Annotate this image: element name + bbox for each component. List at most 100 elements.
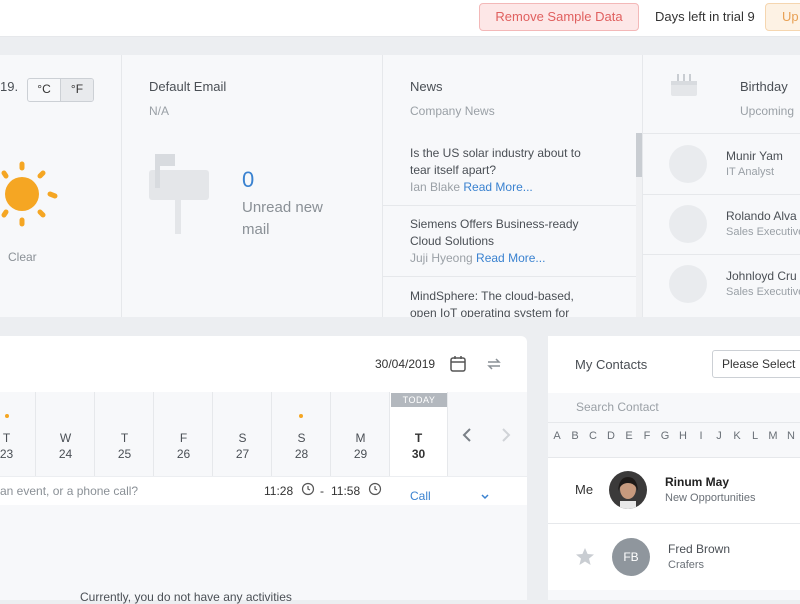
unread-mail-count[interactable]: 0 [242, 167, 254, 193]
birthday-person-role: Sales Executive [726, 286, 800, 298]
unread-mail-label-line1: Unread new [242, 199, 323, 216]
today-badge: TODAY [391, 393, 447, 407]
letter-filter[interactable]: F [638, 430, 656, 448]
contact-name[interactable]: Fred Brown [668, 542, 730, 556]
news-subtitle: Company News [410, 104, 495, 118]
calendar-day[interactable]: T 23 [0, 392, 36, 476]
activity-input[interactable]: an event, or a phone call? [0, 484, 138, 498]
divider [643, 194, 800, 195]
unread-mail-label-line2: mail [242, 221, 270, 238]
day-name: S [297, 431, 306, 445]
alphabet-filter: A B C D E F G H I J K L M N [548, 430, 800, 448]
news-item[interactable]: MindSphere: The cloud-based, open IoT op… [410, 288, 630, 317]
letter-filter[interactable]: I [692, 430, 710, 448]
avatar[interactable] [669, 205, 707, 243]
letter-filter[interactable]: M [764, 430, 782, 448]
upgrade-button[interactable]: Up [765, 3, 800, 31]
day-number: 25 [117, 447, 132, 461]
day-number: 29 [353, 447, 368, 461]
clock-icon[interactable] [368, 482, 382, 496]
read-more-link[interactable]: Read More... [476, 251, 545, 265]
celsius-option[interactable]: °C [28, 79, 60, 101]
letter-filter[interactable]: G [656, 430, 674, 448]
search-contact-input[interactable]: Search Contact [576, 400, 659, 414]
calendar-day[interactable]: S 27 [214, 392, 272, 476]
email-widget-title: Default Email [149, 79, 227, 94]
star-icon[interactable] [575, 547, 595, 567]
calendar-day[interactable]: T 25 [96, 392, 154, 476]
day-number: 27 [235, 447, 250, 461]
news-headline[interactable]: tear itself apart? [410, 162, 630, 179]
temperature-unit-toggle[interactable]: °C °F [27, 78, 94, 102]
contacts-filter-select[interactable]: Please Select [712, 350, 800, 378]
calendar-day[interactable]: F 26 [155, 392, 213, 476]
contact-name[interactable]: Rinum May [665, 475, 729, 489]
day-number: 30 [411, 447, 426, 461]
email-account: N/A [149, 104, 170, 118]
birthday-person-role: IT Analyst [726, 166, 775, 178]
letter-filter[interactable]: A [548, 430, 566, 448]
news-item[interactable]: Siemens Offers Business-ready Cloud Solu… [410, 216, 630, 267]
avatar[interactable] [609, 471, 647, 509]
letter-filter[interactable]: N [782, 430, 800, 448]
news-headline[interactable]: open IoT operating system for [410, 305, 630, 317]
divider [548, 422, 800, 423]
letter-filter[interactable]: E [620, 430, 638, 448]
day-number: 24 [58, 447, 73, 461]
calendar-icon[interactable] [449, 355, 467, 373]
day-name: T [2, 431, 11, 445]
divider [383, 205, 641, 206]
avatar-initials[interactable]: FB [612, 538, 650, 576]
news-item-clip: MindSphere: The cloud-based, open IoT op… [383, 277, 642, 317]
divider [642, 55, 643, 317]
avatar[interactable] [669, 145, 707, 183]
chevron-right-icon[interactable] [500, 427, 512, 443]
day-number: 23 [0, 447, 14, 461]
calendar-date[interactable]: 30/04/2019 [375, 357, 435, 371]
contacts-title: My Contacts [575, 357, 648, 372]
time-start[interactable]: 11:28 [264, 484, 293, 498]
chevron-left-icon[interactable] [461, 427, 473, 443]
trial-days-text: Days left in trial 9 [655, 9, 755, 24]
avatar[interactable] [669, 265, 707, 303]
activity-type-select[interactable]: Call [410, 489, 431, 503]
birthday-subtitle: Upcoming [740, 104, 795, 118]
contact-company: New Opportunities [665, 492, 756, 504]
birthday-person-name[interactable]: Munir Yam [726, 149, 783, 163]
clock-icon[interactable] [301, 482, 315, 496]
fahrenheit-option[interactable]: °F [60, 79, 93, 101]
news-headline[interactable]: Is the US solar industry about to [410, 145, 630, 162]
news-headline[interactable]: Siemens Offers Business-ready [410, 216, 630, 233]
news-headline[interactable]: MindSphere: The cloud-based, [410, 288, 630, 305]
chevron-down-icon[interactable] [480, 493, 490, 501]
remove-sample-data-button[interactable]: Remove Sample Data [479, 3, 639, 31]
letter-filter[interactable]: H [674, 430, 692, 448]
event-dot [299, 414, 303, 418]
calendar-day[interactable]: W 24 [37, 392, 95, 476]
letter-filter[interactable]: J [710, 430, 728, 448]
news-scrollbar-thumb[interactable] [636, 133, 642, 177]
day-name: T [120, 431, 129, 445]
cake-icon [670, 72, 698, 98]
day-name: W [59, 431, 72, 445]
news-author: Juji Hyeong [410, 251, 473, 265]
refresh-icon[interactable] [485, 355, 503, 373]
birthday-person-name[interactable]: Rolando Alva [726, 209, 797, 223]
news-item[interactable]: Is the US solar industry about to tear i… [410, 145, 630, 196]
news-headline[interactable]: Cloud Solutions [410, 233, 630, 250]
divider [643, 133, 800, 134]
letter-filter[interactable]: K [728, 430, 746, 448]
letter-filter[interactable]: D [602, 430, 620, 448]
letter-filter[interactable]: L [746, 430, 764, 448]
calendar-day[interactable]: M 29 [332, 392, 390, 476]
divider [643, 254, 800, 255]
day-name: S [238, 431, 247, 445]
read-more-link[interactable]: Read More... [463, 180, 532, 194]
letter-filter[interactable]: C [584, 430, 602, 448]
day-name: F [179, 431, 188, 445]
letter-filter[interactable]: B [566, 430, 584, 448]
calendar-day[interactable]: S 28 [273, 392, 331, 476]
time-end[interactable]: 11:58 [331, 484, 360, 498]
birthday-person-name[interactable]: Johnloyd Cru [726, 269, 797, 283]
day-name: M [355, 431, 366, 445]
